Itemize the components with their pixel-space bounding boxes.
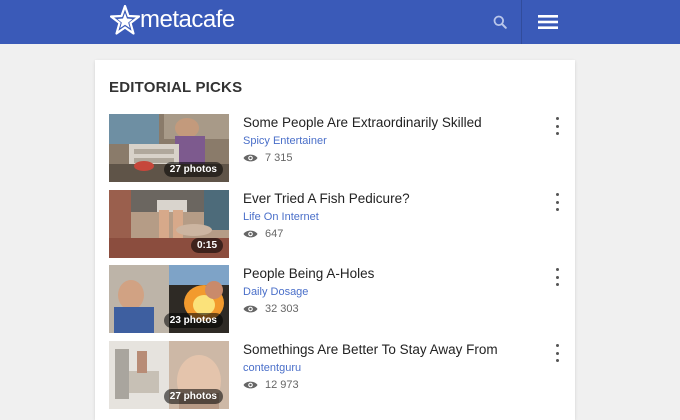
photo-count-badge: 27 photos bbox=[163, 162, 223, 177]
more-dots-icon bbox=[555, 344, 559, 347]
view-count: 7 315 bbox=[243, 151, 293, 165]
eye-icon bbox=[243, 305, 258, 313]
video-thumbnail[interactable]: 27 photos bbox=[109, 341, 229, 409]
channel-link[interactable]: contentguru bbox=[243, 362, 301, 374]
more-dot bbox=[555, 200, 559, 204]
photo-count-badge: 23 photos bbox=[163, 313, 223, 328]
view-count-value: 647 bbox=[265, 228, 284, 240]
view-count: 647 bbox=[243, 227, 283, 241]
editorial-picks-card: EDITORIAL PICKS 27 photos Some People Ar… bbox=[95, 60, 575, 420]
video-list-item[interactable]: 27 photos Somethings Are Better To Stay … bbox=[109, 341, 569, 409]
more-options-button[interactable] bbox=[549, 344, 565, 362]
eye-icon bbox=[243, 230, 258, 238]
section-title: EDITORIAL PICKS bbox=[109, 79, 243, 96]
video-thumbnail[interactable]: 23 photos bbox=[109, 265, 229, 333]
menu-button[interactable] bbox=[528, 0, 568, 44]
eye-icon bbox=[243, 154, 258, 162]
more-dot bbox=[555, 275, 559, 279]
hamburger-menu-icon bbox=[538, 15, 558, 29]
more-dot bbox=[555, 132, 559, 135]
metacafe-logo[interactable]: metacafe bbox=[110, 2, 235, 38]
video-thumbnail[interactable]: 0:15 bbox=[109, 190, 229, 258]
more-dot bbox=[555, 208, 559, 211]
video-list-item[interactable]: 27 photos Some People Are Extraordinaril… bbox=[109, 114, 569, 182]
more-dots-icon bbox=[555, 193, 559, 196]
view-count-value: 32 303 bbox=[265, 303, 299, 315]
channel-link[interactable]: Life On Internet bbox=[243, 211, 319, 223]
more-options-button[interactable] bbox=[549, 117, 565, 135]
star-logo-icon bbox=[110, 5, 140, 35]
video-duration-badge: 0:15 bbox=[190, 238, 223, 253]
video-list-item[interactable]: 23 photos People Being A-Holes Daily Dos… bbox=[109, 265, 569, 333]
more-dot bbox=[555, 359, 559, 362]
view-count-value: 12 973 bbox=[265, 379, 299, 391]
more-options-button[interactable] bbox=[549, 193, 565, 211]
eye-icon bbox=[243, 381, 258, 389]
view-count-value: 7 315 bbox=[265, 152, 293, 164]
channel-link[interactable]: Daily Dosage bbox=[243, 286, 308, 298]
view-count: 12 973 bbox=[243, 378, 299, 392]
video-title[interactable]: Ever Tried A Fish Pedicure? bbox=[243, 191, 410, 206]
video-title[interactable]: Somethings Are Better To Stay Away From bbox=[243, 342, 498, 357]
search-button[interactable] bbox=[480, 0, 520, 44]
more-dot bbox=[555, 351, 559, 355]
channel-link[interactable]: Spicy Entertainer bbox=[243, 135, 327, 147]
photo-count-badge: 27 photos bbox=[163, 389, 223, 404]
search-icon bbox=[493, 15, 507, 29]
more-options-button[interactable] bbox=[549, 268, 565, 286]
header-divider bbox=[521, 0, 522, 44]
more-dots-icon bbox=[555, 117, 559, 120]
view-count: 32 303 bbox=[243, 302, 299, 316]
more-dot bbox=[555, 283, 559, 286]
logo-text: metacafe bbox=[140, 6, 235, 33]
top-navigation-bar: metacafe bbox=[0, 0, 680, 44]
video-list-item[interactable]: 0:15 Ever Tried A Fish Pedicure? Life On… bbox=[109, 190, 569, 258]
video-title[interactable]: Some People Are Extraordinarily Skilled bbox=[243, 115, 482, 130]
video-title[interactable]: People Being A-Holes bbox=[243, 266, 374, 281]
video-thumbnail[interactable]: 27 photos bbox=[109, 114, 229, 182]
more-dot bbox=[555, 124, 559, 128]
more-dots-icon bbox=[555, 268, 559, 271]
